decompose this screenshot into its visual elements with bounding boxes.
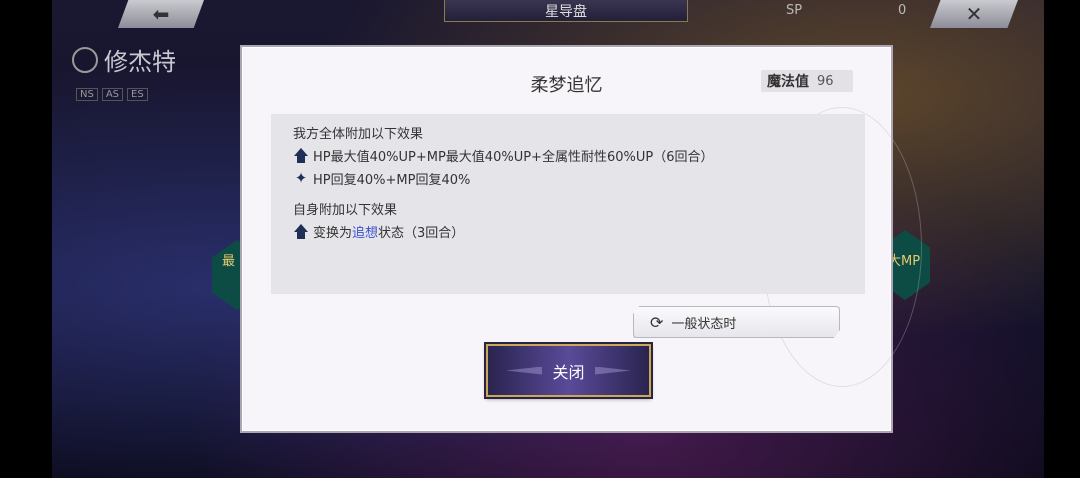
- right-letterbox: [1044, 0, 1080, 478]
- effect-prefix: 变换为: [313, 226, 353, 241]
- up-arrow-icon: [293, 148, 309, 164]
- normal-state-button[interactable]: ⟳ 一般状态时: [633, 306, 840, 338]
- mp-cost-badge: 魔法值 96: [761, 70, 853, 92]
- sparkle-icon: ✦: [294, 169, 308, 187]
- effect-text: HP最大值40%UP+MP最大值40%UP+全属性耐性60%UP（6回合）: [313, 150, 714, 165]
- effect-line: 变换为 追想 状态（3回合）: [293, 222, 464, 241]
- character-tags: NS AS ES: [76, 88, 148, 101]
- section-heading: 自身附加以下效果: [293, 203, 398, 218]
- character-tag: NS: [76, 88, 98, 101]
- character-name: 修杰特: [72, 42, 176, 77]
- sp-label: SP: [786, 3, 803, 18]
- close-button-label: 关闭: [552, 362, 585, 382]
- effect-text: HP回复40%+MP回复40%: [313, 173, 471, 188]
- skill-detail-dialog: 柔梦追忆 魔法值 96 我方全体附加以下效果 HP最大值40%UP+MP最大值4…: [240, 45, 922, 433]
- left-letterbox: [0, 0, 52, 478]
- close-icon: ✕: [965, 2, 983, 26]
- refresh-icon: ⟳: [650, 312, 664, 332]
- state-link[interactable]: 追想: [352, 222, 378, 241]
- section-heading: 我方全体附加以下效果: [293, 127, 424, 142]
- effect-line: HP最大值40%UP+MP最大值40%UP+全属性耐性60%UP（6回合）: [293, 146, 713, 165]
- character-tag: ES: [127, 88, 148, 101]
- mp-label: 魔法值: [767, 74, 809, 90]
- effect-line: ✦ HP回复40%+MP回复40%: [293, 169, 471, 189]
- screen-title: 星导盘: [444, 0, 688, 22]
- normal-state-label: 一般状态时: [671, 316, 737, 332]
- effect-suffix: 状态（3回合）: [378, 226, 465, 241]
- character-emblem-icon: [72, 46, 98, 73]
- up-arrow-icon: [293, 224, 309, 240]
- top-close-button[interactable]: ✕: [930, 0, 1018, 28]
- skill-node-left-label: 最: [222, 254, 236, 269]
- back-button[interactable]: ⬅: [118, 0, 204, 28]
- back-arrow-icon: ⬅: [152, 2, 170, 26]
- character-name-text: 修杰特: [104, 48, 176, 76]
- character-tag: AS: [101, 88, 124, 101]
- effect-panel: 我方全体附加以下效果 HP最大值40%UP+MP最大值40%UP+全属性耐性60…: [271, 114, 865, 294]
- sp-value: 0: [898, 3, 907, 18]
- mp-value: 96: [817, 73, 834, 89]
- close-button[interactable]: 关闭: [486, 344, 651, 397]
